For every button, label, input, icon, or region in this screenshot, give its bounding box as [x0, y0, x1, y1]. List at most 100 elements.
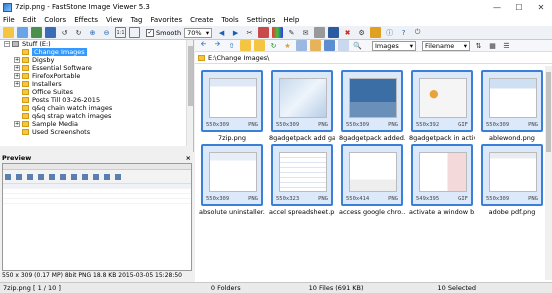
scrollbar-thumb[interactable]: [188, 46, 193, 106]
sort-order-icon[interactable]: ⇅: [473, 40, 484, 51]
collapse-icon[interactable]: −: [4, 41, 10, 47]
nav-toolbar: 🡨 🡪 ⇧ ↻ ★ 🔍 Images ▾ Filename ▾ ⇅ ▦ ☰: [195, 40, 552, 52]
expand-icon[interactable]: +: [14, 65, 20, 71]
info-icon[interactable]: ⓘ: [384, 27, 395, 38]
menu-colors[interactable]: Colors: [44, 16, 66, 24]
thumb-size-icon[interactable]: ▦: [487, 40, 498, 51]
thumbnail-item[interactable]: 550x323 PNG accel spreadsheet.png: [269, 144, 335, 216]
menu-help[interactable]: Help: [283, 16, 299, 24]
help-icon[interactable]: ?: [398, 27, 409, 38]
tree-item-posts[interactable]: Posts Till 03-26-2015: [0, 96, 193, 104]
thumbnail-item[interactable]: 550x309 PNG ablewond.png: [481, 70, 543, 142]
thumbnail-item[interactable]: 550x309 PNG absolute uninstaller...: [199, 144, 265, 216]
tree-hscrollbar[interactable]: [0, 146, 193, 152]
draw-icon[interactable]: ✎: [286, 27, 297, 38]
up-folder-icon[interactable]: ⇧: [226, 40, 237, 51]
menu-tag[interactable]: Tag: [131, 16, 143, 24]
browse-icon[interactable]: [17, 27, 28, 38]
zoom-in-icon[interactable]: ⊕: [87, 27, 98, 38]
tree-item-label: Office Suites: [32, 88, 74, 96]
thumbnail-type: PNG: [248, 196, 258, 202]
delete-icon[interactable]: ✖: [342, 27, 353, 38]
thumbnail-image: [419, 78, 467, 118]
expand-icon[interactable]: +: [14, 73, 20, 79]
home-icon[interactable]: [240, 40, 251, 51]
scrollbar-thumb[interactable]: [546, 72, 551, 152]
maximize-button[interactable]: ☐: [508, 0, 530, 14]
rotate-right-icon[interactable]: ↻: [73, 27, 84, 38]
view-select[interactable]: Images ▾: [372, 40, 416, 51]
copy-icon[interactable]: [296, 40, 307, 51]
crop-icon[interactable]: ✂: [244, 27, 255, 38]
save-icon[interactable]: [328, 27, 340, 38]
email-icon[interactable]: ✉: [300, 27, 311, 38]
settings-icon[interactable]: ⚙: [356, 27, 367, 38]
view-icon[interactable]: [338, 40, 349, 51]
forward-icon[interactable]: 🡪: [212, 40, 223, 51]
actual-size-icon[interactable]: 1:1: [115, 27, 126, 38]
thumbnail-item[interactable]: 550x309 PNG adobe pdf.png: [481, 144, 543, 216]
slideshow-icon[interactable]: [45, 27, 56, 38]
menu-favorites[interactable]: Favorites: [151, 16, 183, 24]
tree-item-office-suites[interactable]: Office Suites: [0, 88, 193, 96]
folder-new-icon[interactable]: [254, 40, 265, 51]
close-button[interactable]: ✕: [530, 0, 552, 14]
sel-all-icon[interactable]: [324, 40, 335, 51]
rotate-left-icon[interactable]: ↺: [59, 27, 70, 38]
tree-item-installers[interactable]: + Installers: [0, 80, 193, 88]
tree-root[interactable]: − Stuff (E:): [0, 40, 193, 48]
tree-item-chain-watch[interactable]: q&q chain watch images: [0, 104, 193, 112]
expand-icon[interactable]: +: [14, 81, 20, 87]
next-image-icon[interactable]: ▶: [230, 27, 241, 38]
menu-create[interactable]: Create: [190, 16, 213, 24]
tree-item-essential-software[interactable]: + Essential Software: [0, 64, 193, 72]
resize-icon[interactable]: [258, 27, 270, 38]
prev-image-icon[interactable]: ◀: [216, 27, 227, 38]
fit-window-icon[interactable]: [129, 27, 140, 38]
compare-icon[interactable]: [370, 27, 382, 38]
menu-view[interactable]: View: [106, 16, 123, 24]
tree-item-sample-media[interactable]: + Sample Media: [0, 120, 193, 128]
thumbnail-item[interactable]: 550x414 PNG access google chro...: [339, 144, 405, 216]
grid-scrollbar[interactable]: [545, 66, 552, 280]
sort-select[interactable]: Filename ▾: [422, 40, 470, 51]
menu-settings[interactable]: Settings: [247, 16, 276, 24]
thumbnail-item[interactable]: 549x395 GIF activate a window b...: [409, 144, 475, 216]
thumbnail-item[interactable]: 550x309 PNG 7zip.png: [201, 70, 263, 142]
tree-item-change-images[interactable]: Change Images: [0, 48, 193, 56]
expand-icon[interactable]: +: [14, 121, 20, 127]
thumbnail-item[interactable]: 550x392 GIF 8gadgetpack in activ...: [409, 70, 475, 142]
open-folder-icon[interactable]: [3, 27, 14, 38]
close-preview-icon[interactable]: ×: [186, 154, 191, 162]
chevron-down-icon: ▾: [205, 28, 210, 37]
print-icon[interactable]: [314, 27, 326, 38]
tree-scrollbar[interactable]: [186, 40, 193, 152]
chevron-down-icon: ▾: [463, 41, 467, 50]
color-icon[interactable]: [272, 27, 284, 38]
minimize-button[interactable]: —: [486, 0, 508, 14]
back-icon[interactable]: 🡨: [198, 40, 209, 51]
star-icon[interactable]: ★: [282, 40, 293, 51]
thumbnail-item[interactable]: 550x309 PNG 8gadgetpack added...: [339, 70, 405, 142]
smooth-checkbox[interactable]: ✓ Smooth: [146, 28, 181, 37]
tree-item-strap-watch[interactable]: q&q strap watch images: [0, 112, 193, 120]
menu-tools[interactable]: Tools: [221, 16, 238, 24]
tree-item-used-screenshots[interactable]: Used Screenshots: [0, 128, 193, 136]
thumb-list-icon[interactable]: ☰: [501, 40, 512, 51]
fullscreen-icon[interactable]: [31, 27, 42, 38]
tree-item-firefoxportable[interactable]: + FirefoxPortable: [0, 72, 193, 80]
zoom-out-icon[interactable]: ⊖: [101, 27, 112, 38]
thumbnail-meta: 550x414 PNG: [346, 196, 398, 202]
path-bar[interactable]: E:\Change Images\: [195, 52, 552, 64]
move-icon[interactable]: [310, 40, 321, 51]
exit-icon[interactable]: ⏻: [412, 27, 423, 38]
zoom-select[interactable]: 70% ▾: [184, 27, 213, 38]
refresh-icon[interactable]: ↻: [268, 40, 279, 51]
expand-icon[interactable]: +: [14, 57, 20, 63]
zoom-icon[interactable]: 🔍: [352, 40, 363, 51]
thumbnail-item[interactable]: 550x309 PNG 8gadgetpack add ga...: [269, 70, 335, 142]
tree-item-digsby[interactable]: + Digsby: [0, 56, 193, 64]
menu-edit[interactable]: Edit: [23, 16, 37, 24]
menu-effects[interactable]: Effects: [74, 16, 98, 24]
menu-file[interactable]: File: [3, 16, 15, 24]
